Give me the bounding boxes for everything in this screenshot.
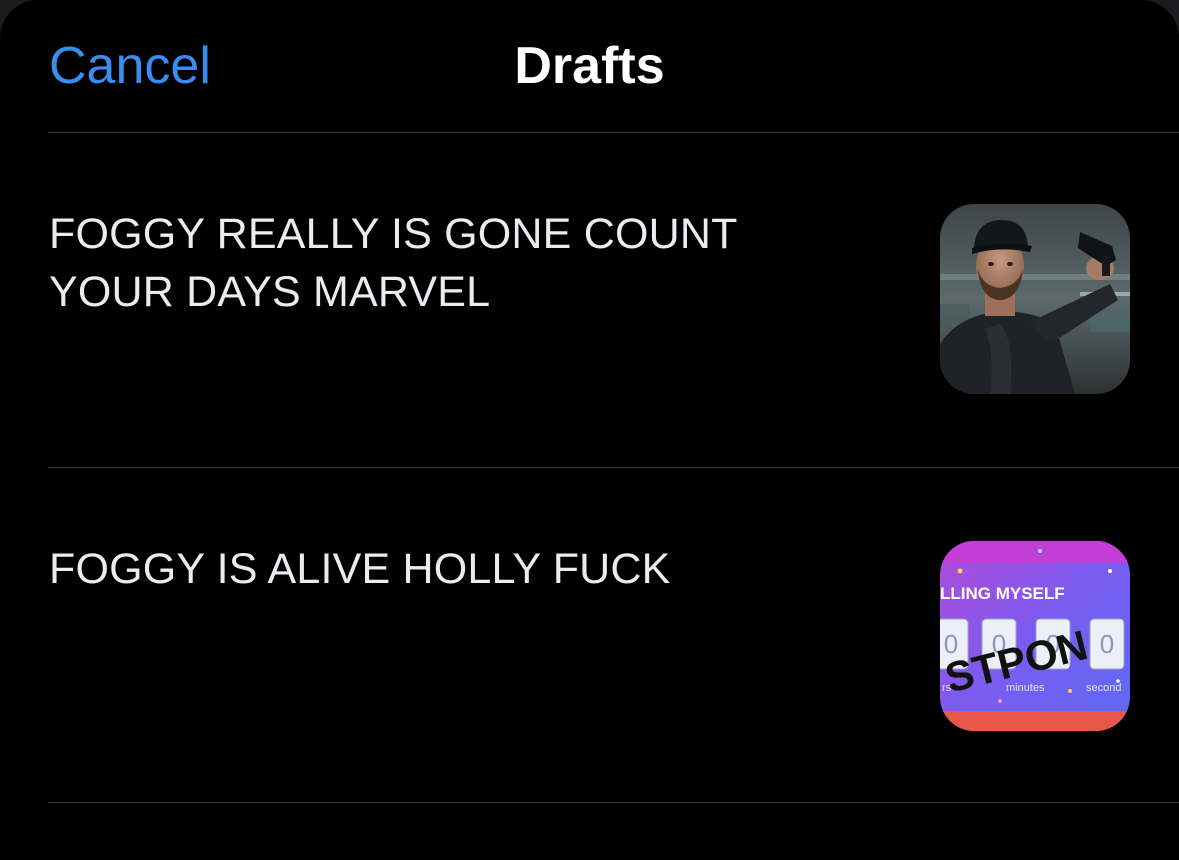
timer-digit: 0 [1100, 629, 1114, 659]
unit-label: minutes [1006, 682, 1045, 694]
draft-row-2[interactable]: FOGGY IS ALIVE HOLLY FUCK LLING MYSELF 0… [0, 468, 1179, 803]
divider [48, 802, 1179, 803]
draft-thumbnail-image: LLING MYSELF 0 0 0 0 STPON rs minutes se… [940, 541, 1130, 731]
drafts-sheet: Cancel Drafts FOGGY REALLY IS GONE COUNT… [0, 0, 1179, 860]
draft-text: FOGGY IS ALIVE HOLLY FUCK [49, 545, 671, 593]
draft-text: FOGGY REALLY IS GONE COUNT YOUR DAYS MAR… [49, 210, 737, 316]
draft-row-1[interactable]: FOGGY REALLY IS GONE COUNT YOUR DAYS MAR… [0, 133, 1179, 468]
unit-label: second [1086, 682, 1121, 694]
banner-text: LLING MYSELF [940, 584, 1065, 603]
navigation-bar: Cancel Drafts [0, 0, 1179, 132]
unit-label: rs [942, 682, 952, 694]
cancel-button[interactable]: Cancel [49, 36, 211, 96]
photo-man-aiming-pistol-image [940, 204, 1130, 394]
countdown-timer-meme-image: LLING MYSELF 0 0 0 0 STPON rs minutes se… [940, 541, 1130, 731]
draft-thumbnail-image [940, 204, 1130, 394]
